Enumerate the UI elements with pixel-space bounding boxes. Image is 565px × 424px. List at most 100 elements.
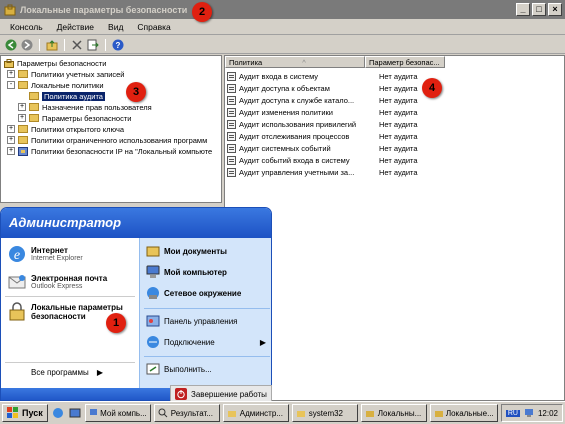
table-row[interactable]: Аудит отслеживания процессов Нет аудита [225, 130, 418, 142]
marker-1: 1 [106, 313, 126, 333]
table-row[interactable]: Аудит событий входа в систему Нет аудита [225, 154, 418, 166]
marker-4: 4 [422, 78, 442, 98]
table-row[interactable]: Аудит использования привилегий Нет аудита [225, 118, 418, 130]
taskbar-button-system32[interactable]: system32 [291, 404, 358, 422]
table-row[interactable]: Аудит системных событий Нет аудита [225, 142, 418, 154]
all-programs-button[interactable]: Все программы ▶ [31, 368, 103, 377]
column-header-policy[interactable]: Политика ^ [225, 56, 365, 68]
export-icon[interactable] [87, 39, 99, 51]
policy-value: Нет аудита [379, 143, 418, 153]
desktop-quicklaunch-icon[interactable] [68, 407, 82, 419]
expand-toggle[interactable]: + [18, 103, 26, 111]
tree-item-public-key[interactable]: + Политики открытого ключа [7, 124, 124, 134]
policy-icon [227, 83, 236, 93]
collapse-toggle[interactable]: - [7, 81, 15, 89]
menu-view[interactable]: Вид [102, 22, 129, 32]
start-item-internet[interactable]: e Интернет Internet Explorer [7, 244, 83, 264]
folder-icon [18, 136, 28, 144]
maximize-button[interactable]: □ [532, 3, 546, 16]
policy-name: Аудит отслеживания процессов [239, 131, 350, 141]
taskbar-button-admin[interactable]: Админстр... [222, 404, 289, 422]
forward-arrow-icon[interactable] [21, 39, 33, 51]
tree-root[interactable]: Параметры безопасности [4, 58, 106, 68]
policy-name: Аудит доступа к службе катало... [239, 95, 355, 105]
taskbar: Пуск Мой компь... Результат... Админстр.… [0, 401, 565, 424]
tree-item-security-options[interactable]: + Параметры безопасности [18, 113, 131, 123]
start-item-connect[interactable]: Подключение ▶ [146, 335, 270, 349]
policy-name: Аудит изменения политики [239, 107, 333, 117]
column-header-setting[interactable]: Параметр безопас... [365, 56, 445, 68]
svg-text:?: ? [116, 41, 121, 50]
folder-icon [29, 114, 39, 122]
policy-name: Аудит системных событий [239, 143, 331, 153]
windows-logo-icon [7, 407, 18, 418]
tree-item-audit-policy[interactable]: Политика аудита [29, 91, 105, 101]
table-row[interactable]: Аудит управления учетными за... Нет аудит… [225, 166, 418, 178]
policy-value: Нет аудита [379, 131, 418, 141]
title-bar[interactable]: Локальные параметры безопасности _ □ × [0, 0, 565, 19]
policy-icon [227, 71, 236, 81]
taskbar-button-local-1[interactable]: Локальны... [360, 404, 427, 422]
outlook-express-icon [8, 275, 26, 289]
expand-toggle[interactable]: + [7, 125, 15, 133]
menu-console[interactable]: Консоль [4, 22, 49, 32]
marker-3: 3 [126, 82, 146, 102]
start-item-network[interactable]: Сетевое окружение [146, 286, 241, 300]
language-indicator[interactable]: RU [505, 409, 520, 417]
tree-item-software-restriction[interactable]: + Политики ограниченного использования п… [7, 135, 207, 145]
minimize-button[interactable]: _ [516, 3, 530, 16]
folder-icon [18, 125, 28, 133]
menu-help[interactable]: Справка [131, 22, 176, 32]
tree-item-local-policies[interactable]: - Локальные политики [7, 80, 104, 90]
menu-bar: Консоль Действие Вид Справка [0, 19, 565, 35]
policy-value: Нет аудита [379, 167, 418, 177]
start-button[interactable]: Пуск [2, 404, 48, 422]
policy-icon [227, 107, 236, 117]
table-row[interactable]: Аудит доступа к службе катало... Нет ауди… [225, 94, 418, 106]
start-item-control-panel[interactable]: Панель управления [146, 314, 238, 328]
start-item-email[interactable]: Электронная почта Outlook Express [7, 272, 107, 292]
start-item-run[interactable]: Выполнить... [146, 362, 212, 376]
start-divider [5, 362, 135, 363]
folder-icon [18, 70, 28, 78]
delete-icon[interactable] [71, 39, 83, 51]
toolbar-separator [64, 38, 65, 51]
expand-toggle[interactable]: + [7, 70, 15, 78]
policy-value: Нет аудита [379, 107, 418, 117]
security-settings-icon [4, 58, 14, 68]
tree-item-label: Локальные политики [31, 80, 104, 90]
tree-item-label: Назначение прав пользователя [42, 102, 152, 112]
taskbar-button-local-2[interactable]: Локальные... [429, 404, 498, 422]
tree-item-ip-security[interactable]: + Политики безопасности IP на "Локальный… [7, 146, 221, 156]
network-tray-icon[interactable] [524, 408, 534, 418]
menu-action[interactable]: Действие [51, 22, 100, 32]
close-button[interactable]: × [548, 3, 562, 16]
start-item-my-computer[interactable]: Мой компьютер [146, 265, 227, 279]
table-row[interactable]: Аудит входа в систему Нет аудита [225, 70, 418, 82]
taskbar-button-results[interactable]: Результат... [153, 404, 220, 422]
policy-value: Нет аудита [379, 71, 418, 81]
start-item-my-documents[interactable]: Мои документы [146, 244, 227, 258]
tree-item-label: Политики безопасности IP на "Локальный к… [31, 146, 213, 156]
ie-quicklaunch-icon[interactable] [51, 407, 65, 419]
table-row[interactable]: Аудит доступа к объектам Нет аудита [225, 82, 418, 94]
tree-item-user-rights[interactable]: + Назначение прав пользователя [18, 102, 152, 112]
help-icon[interactable]: ? [112, 39, 124, 51]
up-folder-icon[interactable] [46, 39, 58, 51]
list-header: Политика ^ Параметр безопас... [225, 56, 445, 68]
policy-icon [227, 119, 236, 129]
folder-open-icon [18, 81, 28, 89]
my-computer-icon [146, 265, 160, 278]
tree-item-account-policies[interactable]: + Политики учетных записей [7, 69, 125, 79]
expand-toggle[interactable]: + [7, 147, 15, 155]
back-arrow-icon[interactable] [5, 39, 17, 51]
policy-name: Аудит управления учетными за... [239, 167, 355, 177]
table-row[interactable]: Аудит изменения политики Нет аудита [225, 106, 418, 118]
start-menu: Администратор e Интернет Internet Explore… [0, 207, 272, 401]
expand-toggle[interactable]: + [7, 136, 15, 144]
power-icon [175, 388, 187, 400]
taskbar-button-my-computer[interactable]: Мой компь... [84, 404, 151, 422]
policy-value: Нет аудита [379, 83, 418, 93]
policy-value: Нет аудита [379, 119, 418, 129]
expand-toggle[interactable]: + [18, 114, 26, 122]
